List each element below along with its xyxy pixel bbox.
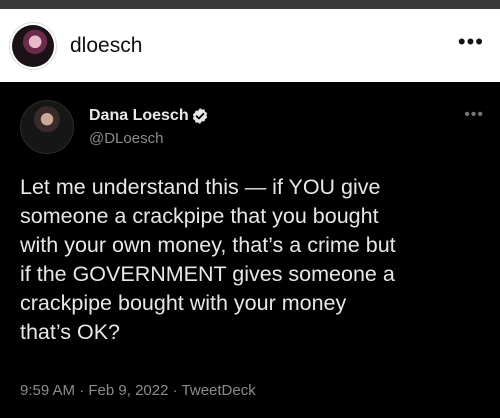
tweet-more-icon: ••• [464,106,484,123]
verified-badge-icon [192,108,208,124]
top-status-strip [0,0,500,9]
tweet-handle: @DLoesch [89,130,164,147]
instagram-post-header: dloesch ••• [0,9,500,82]
more-icon[interactable]: ••• [458,31,484,53]
tweet-text: Let me understand this — if YOU give som… [20,175,396,344]
tweet-source: TweetDeck [181,382,256,399]
instagram-username[interactable]: dloesch [70,34,142,58]
meta-separator: · [172,382,178,399]
tweet-card: Dana Loesch @DLoesch ••• Let me understa… [0,82,500,418]
tweet-meta: 9:59 AM · Feb 9, 2022 · TweetDeck [20,382,256,399]
tweet-time: 9:59 AM [20,382,76,399]
tweet-avatar [20,100,74,154]
avatar[interactable] [12,25,54,67]
tweet-date: Feb 9, 2022 [88,382,169,399]
meta-separator: · [79,382,85,399]
tweet-display-name: Dana Loesch [89,107,189,124]
